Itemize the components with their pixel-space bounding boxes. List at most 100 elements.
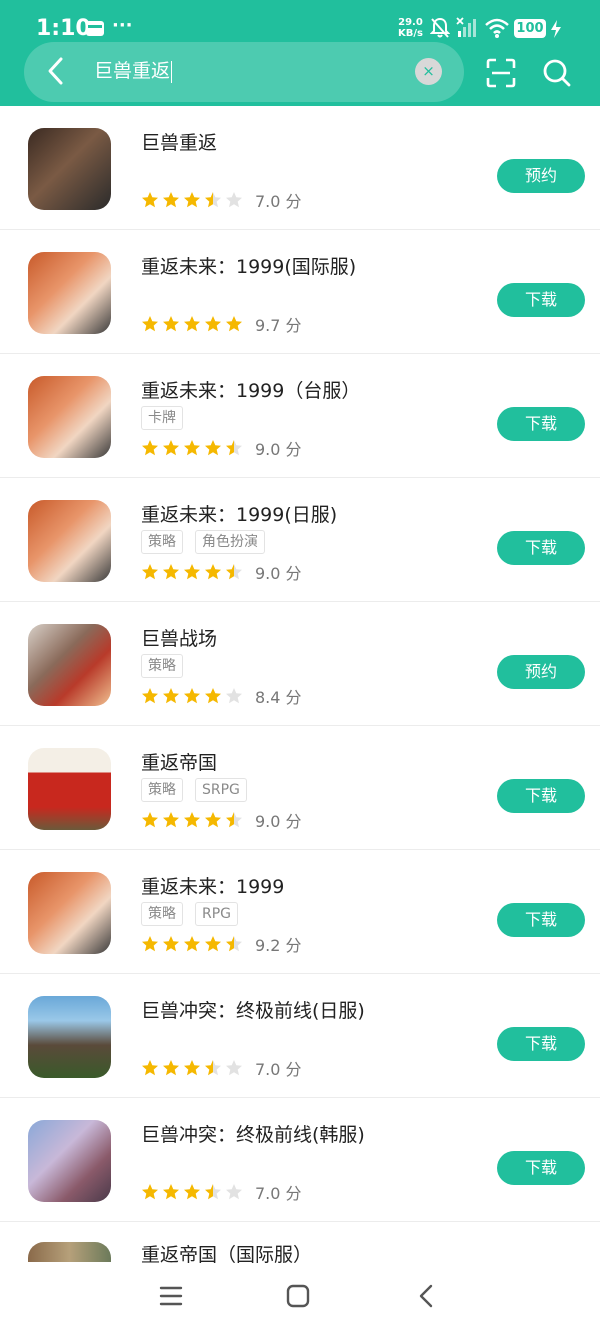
star-icon — [184, 812, 200, 828]
back-icon[interactable] — [412, 1281, 442, 1311]
star-icon — [163, 1184, 179, 1200]
star-icon — [205, 1060, 221, 1076]
star-rating — [141, 563, 243, 581]
mute-bell-icon — [430, 17, 450, 38]
star-icon — [142, 812, 158, 828]
result-item[interactable]: 重返未来：1999(日服) 策略 角色扮演 9.0 分 下载 — [0, 478, 600, 602]
t-rex-game-icon — [28, 996, 111, 1078]
rating-score: 7.0 分 — [255, 1060, 302, 1079]
text-cursor — [171, 60, 173, 83]
result-item[interactable]: 重返帝国 策略 SRPG 9.0 分 下载 — [0, 726, 600, 850]
star-icon — [184, 316, 200, 332]
result-item[interactable]: 重返未来：1999(国际服) 9.7 分 下载 — [0, 230, 600, 354]
status-time: 1:10 — [36, 16, 91, 41]
star-icon — [226, 1060, 242, 1076]
star-icon — [205, 1184, 221, 1200]
star-rating — [141, 1183, 243, 1201]
result-item-partial[interactable]: 重返帝国（国际服） — [0, 1222, 600, 1264]
star-icon — [163, 688, 179, 704]
star-icon — [163, 1060, 179, 1076]
star-icon — [142, 1184, 158, 1200]
tag: SRPG — [195, 778, 247, 802]
star-icon — [205, 936, 221, 952]
search-input[interactable]: 巨兽重返 — [94, 58, 173, 84]
anime-girl-game-icon — [28, 500, 111, 582]
star-rating — [141, 315, 243, 333]
star-icon — [226, 192, 242, 208]
search-query-text: 巨兽重返 — [94, 60, 171, 82]
download-button[interactable]: 下载 — [497, 779, 585, 813]
star-icon — [226, 440, 242, 456]
anime-girl-game-icon — [28, 872, 111, 954]
star-icon — [205, 192, 221, 208]
result-item[interactable]: 重返未来：1999（台服） 卡牌 9.0 分 下载 — [0, 354, 600, 478]
result-item[interactable]: 巨兽冲突：终极前线(日服) 7.0 分 下载 — [0, 974, 600, 1098]
rating-score: 8.4 分 — [255, 688, 302, 707]
rating-score: 7.0 分 — [255, 1184, 302, 1203]
back-arrow-icon[interactable] — [44, 55, 68, 87]
result-item[interactable]: 重返未来：1999 策略 RPG 9.2 分 下载 — [0, 850, 600, 974]
download-button[interactable]: 下载 — [497, 283, 585, 317]
rating-score: 9.0 分 — [255, 564, 302, 583]
star-icon — [184, 564, 200, 580]
result-item[interactable]: 巨兽重返 7.0 分 预约 — [0, 106, 600, 230]
tag: 卡牌 — [141, 406, 183, 430]
result-item[interactable]: 巨兽战场 策略 8.4 分 预约 — [0, 602, 600, 726]
scan-icon[interactable] — [486, 58, 516, 88]
network-speed: 29.0 KB/s — [398, 17, 423, 39]
star-icon — [184, 192, 200, 208]
rating-score: 9.0 分 — [255, 440, 302, 459]
rating: 8.4 分 — [141, 685, 302, 707]
tag-list: 策略 RPG — [141, 902, 239, 926]
star-rating — [141, 935, 243, 953]
star-icon — [142, 192, 158, 208]
tag: 策略 — [141, 902, 183, 926]
rating-score: 9.7 分 — [255, 316, 302, 335]
anime-girl-game-icon — [28, 252, 111, 334]
menu-icon[interactable] — [156, 1281, 186, 1311]
download-button[interactable]: 下载 — [497, 1151, 585, 1185]
star-icon — [205, 316, 221, 332]
app-name: 重返帝国 — [141, 752, 218, 774]
tag: 角色扮演 — [195, 530, 265, 554]
reserve-button[interactable]: 预约 — [497, 159, 585, 193]
download-button[interactable]: 下载 — [497, 903, 585, 937]
network-speed-unit: KB/s — [398, 28, 423, 39]
home-icon[interactable] — [283, 1281, 313, 1311]
star-icon — [163, 192, 179, 208]
star-icon — [205, 812, 221, 828]
rating: 7.0 分 — [141, 189, 302, 211]
empire-game-icon — [28, 1242, 111, 1262]
star-icon — [142, 936, 158, 952]
network-speed-value: 29.0 — [398, 17, 423, 28]
app-name: 巨兽冲突：终极前线(日服) — [141, 1000, 365, 1022]
star-icon — [226, 316, 242, 332]
rating-score: 7.0 分 — [255, 192, 302, 211]
star-icon — [226, 936, 242, 952]
battery-level: 100 — [514, 19, 546, 38]
star-rating — [141, 191, 243, 209]
app-name: 重返未来：1999 — [141, 876, 285, 898]
search-icon[interactable] — [542, 58, 572, 88]
empire-game-icon — [28, 748, 111, 830]
reserve-button[interactable]: 预约 — [497, 655, 585, 689]
app-name: 重返帝国（国际服） — [141, 1244, 313, 1264]
download-button[interactable]: 下载 — [497, 407, 585, 441]
app-name: 重返未来：1999(日服) — [141, 504, 338, 526]
tag: 策略 — [141, 530, 183, 554]
star-icon — [184, 688, 200, 704]
download-button[interactable]: 下载 — [497, 1027, 585, 1061]
system-navigation-bar — [0, 1264, 600, 1333]
search-results-list[interactable]: 巨兽重返 7.0 分 预约 重返未来：1999(国际服) 9.7 分 下载 重返… — [0, 106, 600, 1264]
rating: 9.7 分 — [141, 313, 302, 335]
result-item[interactable]: 巨兽冲突：终极前线(韩服) 7.0 分 下载 — [0, 1098, 600, 1222]
star-icon — [226, 688, 242, 704]
star-icon — [184, 1184, 200, 1200]
download-button[interactable]: 下载 — [497, 531, 585, 565]
search-box[interactable] — [24, 42, 464, 102]
star-icon — [184, 936, 200, 952]
app-name: 重返未来：1999(国际服) — [141, 256, 357, 278]
star-icon — [163, 316, 179, 332]
clear-search-button[interactable]: × — [415, 58, 442, 85]
mech-dinosaur-game-icon — [28, 624, 111, 706]
